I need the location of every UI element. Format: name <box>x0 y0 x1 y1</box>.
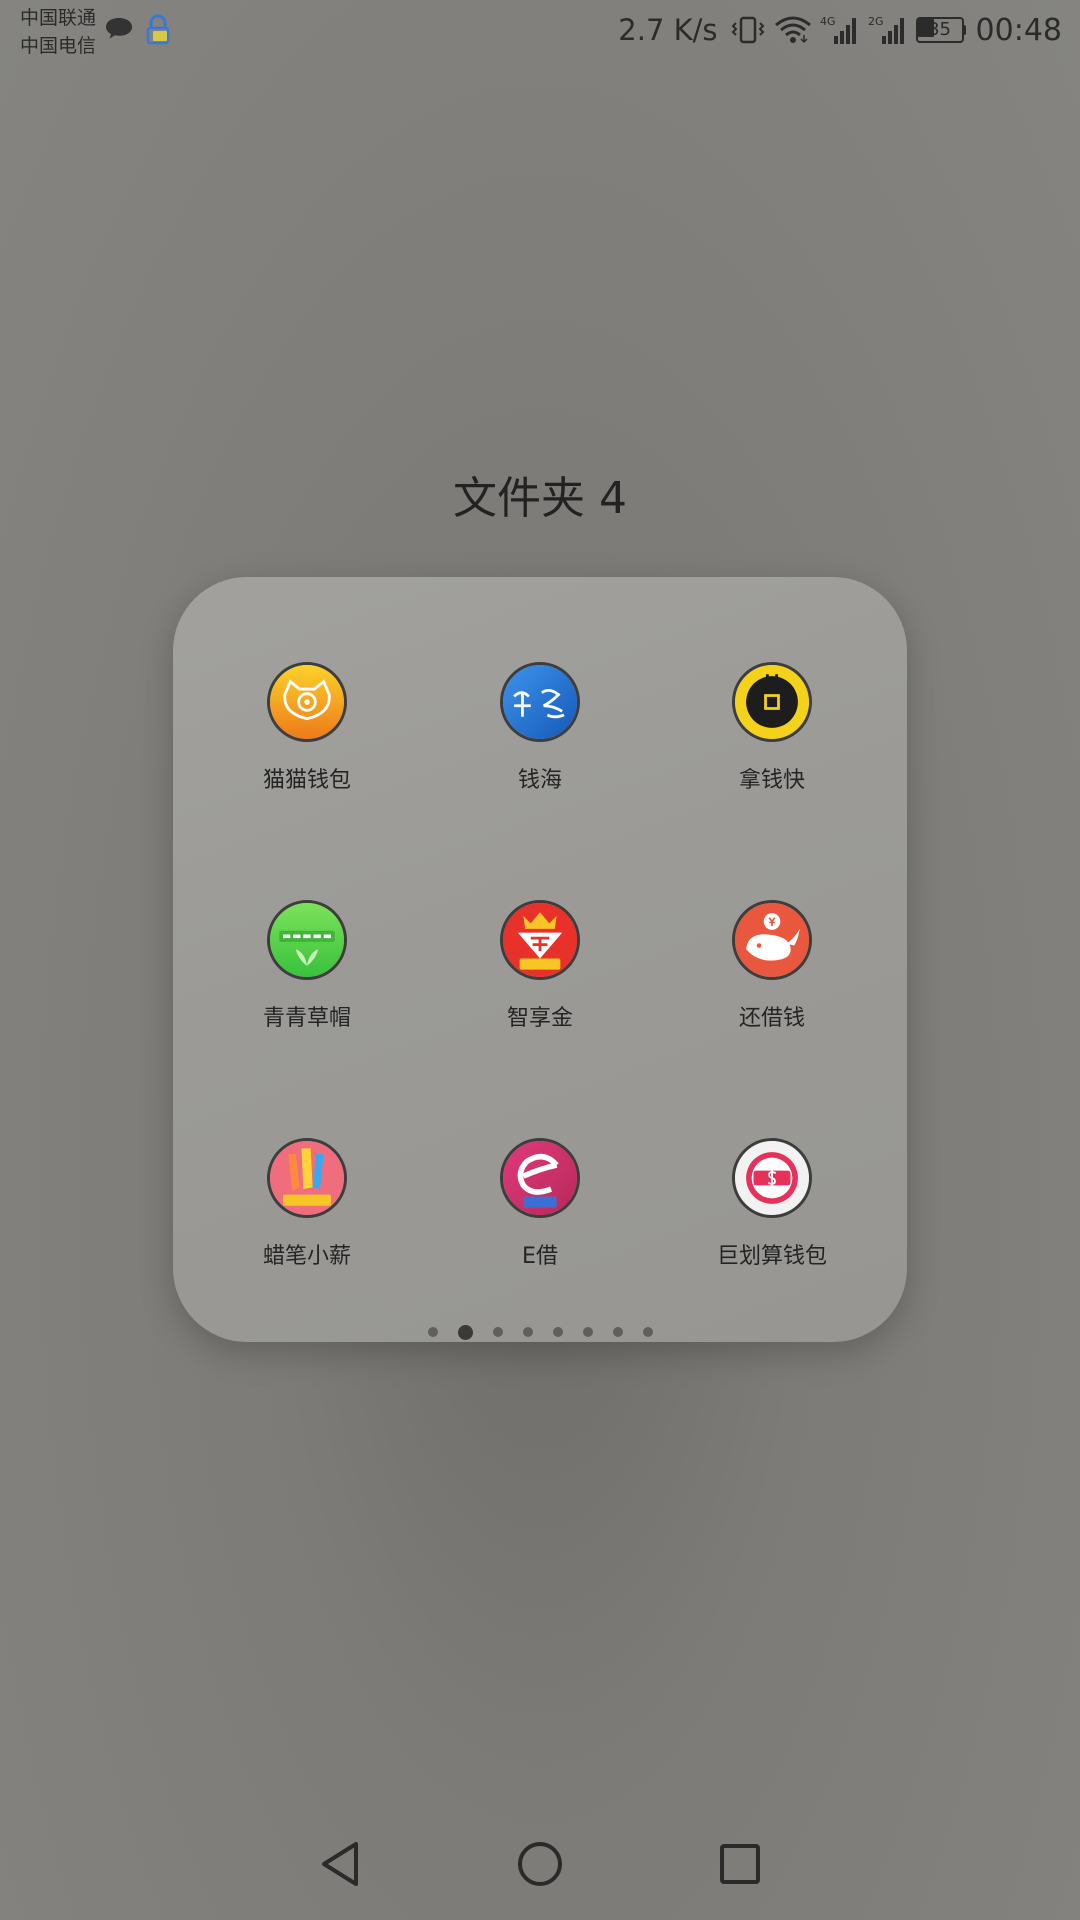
app-label: 青青草帽 <box>262 1006 351 1031</box>
navigation-bar <box>0 1808 1080 1920</box>
app-e-loan[interactable]: E借 <box>425 1138 655 1308</box>
page-dot[interactable] <box>522 1327 533 1337</box>
page-dot-active[interactable] <box>457 1324 473 1340</box>
home-button-icon[interactable] <box>510 1834 570 1894</box>
app-label: 巨划算钱包 <box>716 1244 827 1269</box>
crayon-icon <box>267 1138 347 1218</box>
battery-level: 35 <box>928 19 951 40</box>
page-dot[interactable] <box>427 1327 438 1337</box>
page-indicator[interactable] <box>173 1324 907 1340</box>
app-cat-wallet[interactable]: 猫猫钱包 <box>192 662 422 832</box>
app-label: E借 <box>522 1244 558 1269</box>
recents-button-icon[interactable] <box>710 1834 770 1894</box>
app-green-strawhat[interactable]: 青青草帽 <box>192 900 422 1070</box>
carrier-1: 中国联通 <box>20 7 97 29</box>
battery-icon: 35 <box>915 17 966 43</box>
back-button-icon[interactable] <box>310 1834 370 1894</box>
carrier-2: 中国电信 <box>20 35 97 57</box>
app-huanjieqian[interactable]: 还借钱 <box>657 900 887 1070</box>
zhixiangjin-icon <box>500 900 580 980</box>
naqiankuai-icon <box>732 662 812 742</box>
app-label: 猫猫钱包 <box>262 768 351 793</box>
signal-icon-sim2: 2G <box>868 15 904 44</box>
net-speed: 2.7 K/s <box>618 13 718 47</box>
app-zhixiangjin[interactable]: 智享金 <box>425 900 655 1070</box>
page-dot[interactable] <box>612 1327 623 1337</box>
message-icon <box>106 18 132 39</box>
status-bar: 中国联通 中国电信 2.7 K/s 4G 2G 35 00:48 <box>0 0 1080 64</box>
page-dot[interactable] <box>492 1327 503 1337</box>
status-indicators: 2.7 K/s 4G 2G 35 00:48 <box>618 8 1062 52</box>
app-naqiankuai[interactable]: 拿钱快 <box>657 662 887 832</box>
qianhai-icon <box>500 662 580 742</box>
folder-panel: 猫猫钱包 钱海 拿钱快 青青草帽 智享金 还借钱 蜡笔小薪 E借 巨划算钱包 <box>173 577 907 1342</box>
signal-icon-sim1: 4G <box>820 15 856 44</box>
app-label: 还借钱 <box>738 1006 805 1031</box>
page-dot[interactable] <box>642 1327 653 1337</box>
app-qianhai[interactable]: 钱海 <box>425 662 655 832</box>
folder-title[interactable]: 文件夹 4 <box>0 462 1080 526</box>
page-dot[interactable] <box>582 1327 593 1337</box>
network-type-1: 4G <box>820 15 836 28</box>
app-label: 智享金 <box>506 1006 573 1031</box>
app-jusuan-wallet[interactable]: 巨划算钱包 <box>657 1138 887 1308</box>
wifi-icon <box>774 16 811 44</box>
app-label: 蜡笔小薪 <box>262 1244 351 1269</box>
jusuan-wallet-icon <box>732 1138 812 1218</box>
page-dot[interactable] <box>552 1327 563 1337</box>
vpn-lock-icon <box>146 14 170 45</box>
carrier-info: 中国联通 中国电信 <box>20 4 96 60</box>
whale-icon <box>732 900 812 980</box>
app-crayon-salary[interactable]: 蜡笔小薪 <box>192 1138 422 1308</box>
app-label: 拿钱快 <box>738 768 805 793</box>
network-type-2: 2G <box>868 15 884 28</box>
clock: 00:48 <box>975 12 1062 48</box>
e-loan-icon <box>500 1138 580 1218</box>
app-label: 钱海 <box>517 768 562 793</box>
green-strawhat-icon <box>267 900 347 980</box>
vibrate-icon <box>731 16 764 44</box>
cat-wallet-icon <box>267 662 347 742</box>
